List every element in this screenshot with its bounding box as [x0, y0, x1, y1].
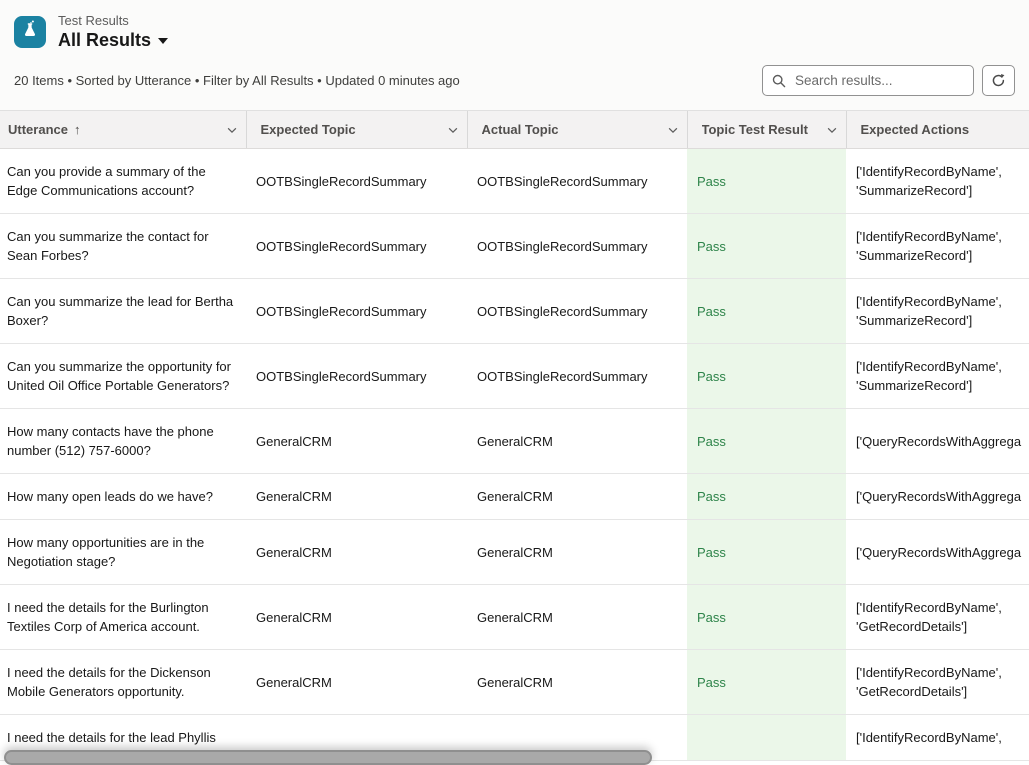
- utterance-cell: How many contacts have the phone number …: [0, 409, 246, 474]
- topic-test-result-cell: Pass: [687, 149, 846, 214]
- expected-topic-cell: OOTBSingleRecordSummary: [246, 149, 467, 214]
- table-row[interactable]: Can you summarize the contact for Sean F…: [0, 214, 1029, 279]
- expected-actions-cell: ['IdentifyRecordByName', 'GetRecordDetai…: [846, 650, 1029, 715]
- actual-topic-cell: OOTBSingleRecordSummary: [467, 279, 687, 344]
- table-row[interactable]: How many contacts have the phone number …: [0, 409, 1029, 474]
- table-row[interactable]: I need the details for the Burlington Te…: [0, 585, 1029, 650]
- utterance-cell: I need the details for the Burlington Te…: [0, 585, 246, 650]
- expected-topic-cell: GeneralCRM: [246, 520, 467, 585]
- column-header-utterance[interactable]: Utterance ↑: [0, 111, 246, 149]
- chevron-down-icon[interactable]: [667, 124, 679, 136]
- pass-badge: Pass: [697, 675, 726, 690]
- expected-actions-cell: ['IdentifyRecordByName', 'SummarizeRecor…: [846, 214, 1029, 279]
- topic-test-result-cell: Pass: [687, 279, 846, 344]
- expected-actions-cell: ['IdentifyRecordByName', 'GetRecordDetai…: [846, 585, 1029, 650]
- expected-actions-cell: ['IdentifyRecordByName', 'SummarizeRecor…: [846, 149, 1029, 214]
- utterance-cell: How many open leads do we have?: [0, 474, 246, 520]
- refresh-icon: [991, 73, 1006, 88]
- view-name: All Results: [58, 29, 151, 51]
- actual-topic-cell: OOTBSingleRecordSummary: [467, 214, 687, 279]
- pass-badge: Pass: [697, 489, 726, 504]
- utterance-cell: How many opportunities are in the Negoti…: [0, 520, 246, 585]
- pass-badge: Pass: [697, 545, 726, 560]
- actual-topic-cell: GeneralCRM: [467, 650, 687, 715]
- column-header-topic-test-result[interactable]: Topic Test Result: [687, 111, 846, 149]
- expected-actions-cell: ['QueryRecordsWithAggrega: [846, 520, 1029, 585]
- expected-actions-cell: ['IdentifyRecordByName', 'SummarizeRecor…: [846, 279, 1029, 344]
- expected-actions-cell: ['QueryRecordsWithAggrega: [846, 409, 1029, 474]
- topic-test-result-cell: Pass: [687, 474, 846, 520]
- expected-topic-cell: OOTBSingleRecordSummary: [246, 279, 467, 344]
- pass-badge: Pass: [697, 239, 726, 254]
- expected-actions-cell: ['IdentifyRecordByName', 'SummarizeRecor…: [846, 344, 1029, 409]
- sort-ascending-icon: ↑: [74, 122, 81, 137]
- actual-topic-cell: GeneralCRM: [467, 520, 687, 585]
- actual-topic-cell: OOTBSingleRecordSummary: [467, 149, 687, 214]
- table-row[interactable]: Can you provide a summary of the Edge Co…: [0, 149, 1029, 214]
- expected-topic-cell: OOTBSingleRecordSummary: [246, 344, 467, 409]
- utterance-cell: Can you summarize the opportunity for Un…: [0, 344, 246, 409]
- topic-test-result-cell: Pass: [687, 520, 846, 585]
- utterance-cell: Can you summarize the contact for Sean F…: [0, 214, 246, 279]
- actual-topic-cell: GeneralCRM: [467, 474, 687, 520]
- topic-test-result-cell: Pass: [687, 214, 846, 279]
- pass-badge: Pass: [697, 369, 726, 384]
- topic-test-result-cell: Pass: [687, 585, 846, 650]
- expected-topic-cell: OOTBSingleRecordSummary: [246, 214, 467, 279]
- actual-topic-cell: GeneralCRM: [467, 409, 687, 474]
- table-row[interactable]: Can you summarize the lead for Bertha Bo…: [0, 279, 1029, 344]
- column-header-actual-topic[interactable]: Actual Topic: [467, 111, 687, 149]
- entity-label: Test Results: [58, 13, 168, 29]
- topic-test-result-cell: Pass: [687, 409, 846, 474]
- topic-test-result-cell: [687, 715, 846, 761]
- utterance-cell: I need the details for the Dickenson Mob…: [0, 650, 246, 715]
- search-input[interactable]: [793, 72, 964, 89]
- table-row[interactable]: How many open leads do we have? GeneralC…: [0, 474, 1029, 520]
- topic-test-result-cell: Pass: [687, 344, 846, 409]
- pass-badge: Pass: [697, 174, 726, 189]
- caret-down-icon: [158, 38, 168, 44]
- actual-topic-cell: OOTBSingleRecordSummary: [467, 344, 687, 409]
- pass-badge: Pass: [697, 610, 726, 625]
- expected-topic-cell: GeneralCRM: [246, 585, 467, 650]
- search-icon: [772, 74, 786, 88]
- column-header-expected-topic[interactable]: Expected Topic: [246, 111, 467, 149]
- flask-icon: [19, 19, 41, 46]
- list-view-selector[interactable]: All Results: [58, 29, 168, 51]
- list-summary-text: 20 Items • Sorted by Utterance • Filter …: [14, 73, 460, 88]
- table-row[interactable]: I need the details for the Dickenson Mob…: [0, 650, 1029, 715]
- expected-topic-cell: GeneralCRM: [246, 474, 467, 520]
- table-header-row: Utterance ↑ Expected Topic: [0, 111, 1029, 149]
- chevron-down-icon[interactable]: [826, 124, 838, 136]
- expected-actions-cell: ['QueryRecordsWithAggrega: [846, 474, 1029, 520]
- pass-badge: Pass: [697, 304, 726, 319]
- refresh-button[interactable]: [982, 65, 1015, 96]
- chevron-down-icon[interactable]: [226, 124, 238, 136]
- search-box[interactable]: [762, 65, 974, 96]
- utterance-cell: Can you provide a summary of the Edge Co…: [0, 149, 246, 214]
- list-view-header-panel: Test Results All Results 20 Items • Sort…: [0, 0, 1029, 110]
- test-results-object-icon: [14, 16, 46, 48]
- table-row[interactable]: Can you summarize the opportunity for Un…: [0, 344, 1029, 409]
- expected-topic-cell: GeneralCRM: [246, 409, 467, 474]
- utterance-cell: Can you summarize the lead for Bertha Bo…: [0, 279, 246, 344]
- actual-topic-cell: GeneralCRM: [467, 585, 687, 650]
- test-results-table: Utterance ↑ Expected Topic: [0, 110, 1029, 761]
- table-row[interactable]: How many opportunities are in the Negoti…: [0, 520, 1029, 585]
- expected-topic-cell: GeneralCRM: [246, 650, 467, 715]
- expected-actions-cell: ['IdentifyRecordByName',: [846, 715, 1029, 761]
- chevron-down-icon[interactable]: [447, 124, 459, 136]
- column-header-expected-actions[interactable]: Expected Actions: [846, 111, 1029, 149]
- pass-badge: Pass: [697, 434, 726, 449]
- topic-test-result-cell: Pass: [687, 650, 846, 715]
